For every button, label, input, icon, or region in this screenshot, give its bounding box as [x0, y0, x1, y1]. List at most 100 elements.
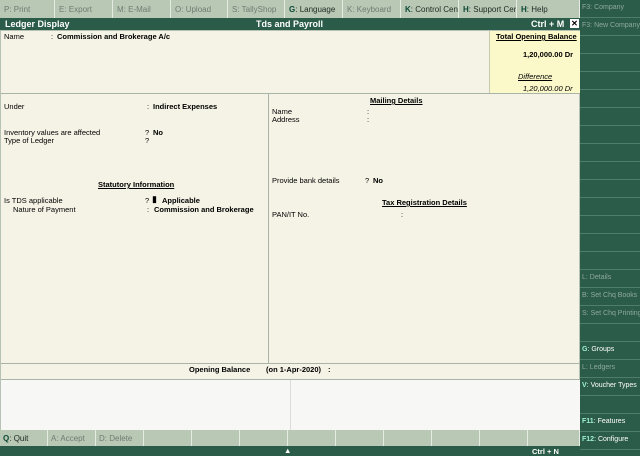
side-button-blank — [580, 198, 640, 216]
topbar-button-export[interactable]: E: Export — [55, 0, 113, 18]
provide-bank-details-separator: ? — [365, 176, 370, 185]
tds-applicable-value[interactable]: Applicable — [162, 196, 200, 205]
bottombar-button-blank — [288, 430, 336, 446]
ledger-name-value[interactable]: Commission and Brokerage A/c — [57, 32, 170, 41]
type-of-ledger-separator: ? — [145, 136, 150, 145]
opening-balance-column-divider — [290, 380, 291, 431]
bottombar-button-label: Accept — [60, 434, 85, 443]
side-button-blank — [580, 162, 640, 180]
close-shortcut-label: Ctrl + M — [531, 19, 565, 29]
topbar-button-support-centre[interactable]: H: Support Centre — [459, 0, 517, 18]
nature-of-payment-separator: : — [147, 205, 150, 214]
topbar-button-tallyshop[interactable]: S: TallyShop — [228, 0, 285, 18]
topbar-button-control-centre[interactable]: K: Control Centre — [401, 0, 459, 18]
side-button-blank — [580, 144, 640, 162]
side-button-blank — [580, 396, 640, 414]
side-button-voucher-types[interactable]: V: Voucher Types — [580, 378, 640, 396]
topbar-button-label: Control Centre — [415, 5, 458, 14]
side-button-set-chq-printing[interactable]: S: Set Chq Printing — [580, 306, 640, 324]
difference-value: 1,20,000.00 Dr — [523, 84, 573, 93]
under-separator: : — [147, 102, 150, 111]
name-label: Name — [4, 32, 25, 41]
bottombar-button-delete[interactable]: D: Delete — [96, 430, 144, 446]
side-button-label: Features — [597, 418, 626, 425]
statutory-information-title: Statutory Information — [98, 180, 175, 189]
side-button-groups[interactable]: G: Groups — [580, 342, 640, 360]
right-button-panel: F3: Company F3: New Company L: Details B: S… — [580, 0, 640, 456]
topbar-button-help[interactable]: H: Help — [517, 0, 580, 18]
side-button-label: New Company — [594, 22, 640, 29]
topbar-button-label: Upload — [185, 5, 212, 14]
side-button-key: F3 — [582, 4, 591, 11]
tds-applicable-separator: ? — [145, 196, 150, 205]
topbar-button-label: Support Centre — [473, 5, 517, 14]
bottombar-button-blank — [432, 430, 480, 446]
side-button-key: F3 — [582, 22, 591, 29]
screen-title: Ledger Display — [5, 19, 70, 29]
topbar-button-print[interactable]: P: Print — [0, 0, 55, 18]
side-button-company[interactable]: F3: Company — [580, 0, 640, 18]
mailing-details-title: Mailing Details — [370, 96, 423, 105]
topbar-button-key: M — [117, 5, 124, 14]
bottombar-button-label: Delete — [109, 434, 133, 443]
side-button-blank — [580, 72, 640, 90]
topbar-button-label: Keyboard — [356, 5, 392, 14]
text-cursor-icon: ▮ — [152, 194, 157, 204]
scroll-up-icon[interactable]: ▲ — [284, 446, 291, 455]
bottombar-button-blank — [192, 430, 240, 446]
topbar-button-label: Print — [13, 5, 31, 14]
bottombar-button-blank — [336, 430, 384, 446]
side-button-key: F12 — [582, 436, 595, 443]
bottombar-button-blank — [240, 430, 288, 446]
side-button-blank — [580, 36, 640, 54]
bottombar-button-blank — [384, 430, 432, 446]
close-icon[interactable]: ✕ — [570, 19, 579, 28]
side-button-key: F11 — [582, 418, 594, 425]
under-value[interactable]: Indirect Expenses — [153, 102, 217, 111]
opening-balance-panel — [1, 380, 581, 431]
topbar-button-label: TallyShop — [241, 5, 277, 14]
side-button-set-chq-books[interactable]: B: Set Chq Books — [580, 288, 640, 306]
side-button-configure[interactable]: F12: Configure — [580, 432, 640, 450]
topbar-button-language[interactable]: G: Language — [285, 0, 343, 18]
column-divider — [268, 94, 269, 363]
ledger-display-panel: Name : Commission and Brokerage A/c Tota… — [0, 30, 581, 431]
bottombar-button-quit[interactable]: Q: Quit — [0, 430, 48, 446]
side-button-blank — [580, 90, 640, 108]
side-button-label: Voucher Types — [590, 382, 637, 389]
top-menu-bar: P: Print E: Export M: E-Mail O: Upload S: Ta… — [0, 0, 640, 18]
bottombar-button-label: Quit — [13, 434, 29, 443]
bottombar-button-blank — [480, 430, 528, 446]
status-shortcut: Ctrl + N — [532, 447, 559, 456]
side-button-details[interactable]: L: Details — [580, 270, 640, 288]
pan-label: PAN/IT No. — [272, 210, 310, 219]
side-button-blank — [580, 180, 640, 198]
bottombar-button-blank — [528, 430, 580, 446]
side-button-blank — [580, 216, 640, 234]
side-button-features[interactable]: F11: Features — [580, 414, 640, 432]
side-button-blank — [580, 252, 640, 270]
difference-label: Difference — [518, 72, 553, 81]
mailing-address-label: Address — [272, 115, 300, 124]
title-bar: Ledger Display Tds and Payroll Ctrl + M … — [0, 18, 580, 30]
provide-bank-details-value[interactable]: No — [373, 176, 383, 185]
side-button-label: Set Chq Books — [590, 292, 638, 299]
side-button-ledgers[interactable]: L: Ledgers — [580, 360, 640, 378]
opening-balance-divider — [1, 363, 580, 364]
under-label: Under — [4, 102, 25, 111]
inventory-value[interactable]: No — [153, 128, 163, 137]
total-opening-balance-title: Total Opening Balance — [496, 32, 577, 41]
total-opening-balance-value: 1,20,000.00 Dr — [523, 50, 574, 59]
nature-of-payment-value[interactable]: Commission and Brokerage — [154, 205, 254, 214]
side-button-blank — [580, 126, 640, 144]
section-divider — [1, 93, 580, 94]
topbar-button-keyboard[interactable]: K: Keyboard — [343, 0, 401, 18]
topbar-button-upload[interactable]: O: Upload — [171, 0, 228, 18]
opening-balance-date: (on 1-Apr-2020) — [266, 365, 322, 374]
side-button-label: Set Chq Printing — [590, 310, 640, 317]
topbar-button-e-mail[interactable]: M: E-Mail — [113, 0, 171, 18]
pan-separator: : — [401, 210, 404, 219]
bottombar-button-blank — [144, 430, 192, 446]
bottombar-button-accept[interactable]: A: Accept — [48, 430, 96, 446]
side-button-new-company[interactable]: F3: New Company — [580, 18, 640, 36]
